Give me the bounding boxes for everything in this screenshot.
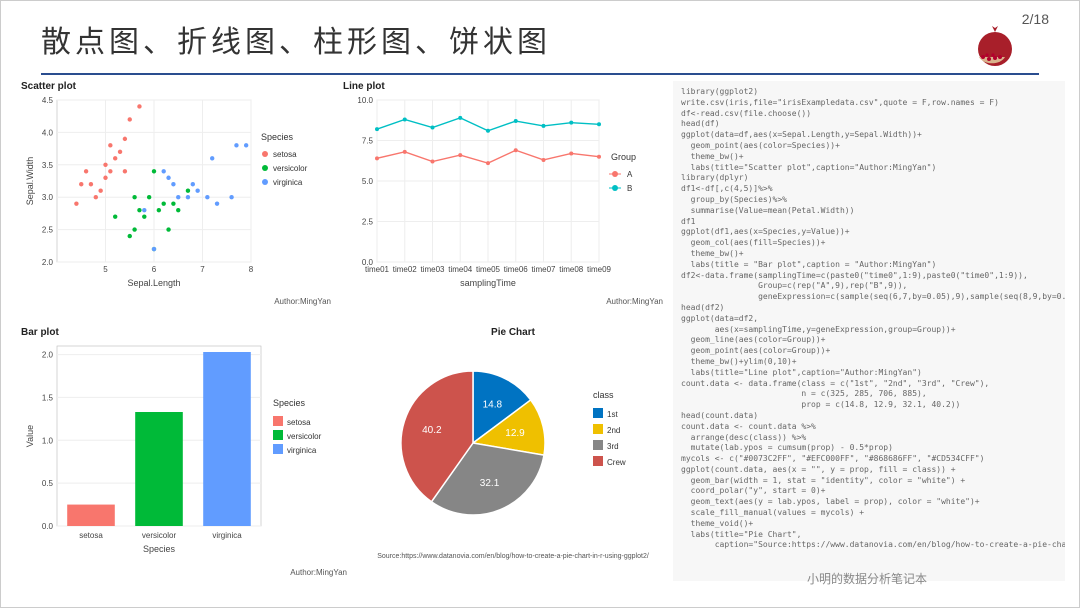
svg-text:time01: time01 bbox=[365, 265, 390, 274]
bar-plot: 0.0 0.5 1.0 1.5 2.0 setosa versicolor virginica… bbox=[21, 338, 351, 563]
bar-caption: Author:MingYan bbox=[21, 568, 351, 577]
scatter-caption: Author:MingYan bbox=[21, 297, 331, 306]
scatter-plot-panel: Scatter plot 5 6 7 8 2.0 2.5 3.0 3.5 4.0 4.5 Sepal… bbox=[21, 81, 331, 311]
svg-text:time06: time06 bbox=[504, 265, 529, 274]
svg-text:Species: Species bbox=[273, 398, 306, 408]
svg-text:setosa: setosa bbox=[79, 531, 103, 540]
pie-chart-panel: Pie Chart 14.8 12.9 32.1 40.2 class 1st 2nd 3rd… bbox=[363, 327, 663, 587]
svg-text:time05: time05 bbox=[476, 265, 501, 274]
svg-text:Sepal.Length: Sepal.Length bbox=[127, 278, 180, 288]
svg-text:8: 8 bbox=[249, 265, 254, 274]
svg-text:2.0: 2.0 bbox=[42, 258, 54, 267]
svg-text:3rd: 3rd bbox=[607, 442, 619, 451]
line-caption: Author:MingYan bbox=[343, 297, 663, 306]
svg-text:virginica: virginica bbox=[273, 178, 303, 187]
line-plot: 0.02.55.07.510.0time01time02time03time04… bbox=[343, 92, 663, 292]
svg-text:2nd: 2nd bbox=[607, 426, 620, 435]
line-plot-panel: Line plot 0.02.55.07.510.0time01time02ti… bbox=[343, 81, 663, 311]
svg-text:Group: Group bbox=[611, 152, 636, 162]
pomegranate-icon bbox=[959, 21, 1019, 71]
svg-text:Sepal.Width: Sepal.Width bbox=[25, 157, 35, 206]
svg-text:time03: time03 bbox=[420, 265, 445, 274]
svg-text:0.0: 0.0 bbox=[42, 522, 54, 531]
svg-text:Crew: Crew bbox=[607, 458, 626, 467]
svg-text:10.0: 10.0 bbox=[357, 96, 373, 105]
slide-header: 散点图、折线图、柱形图、饼状图 2/18 bbox=[1, 1, 1079, 69]
svg-text:class: class bbox=[593, 390, 614, 400]
slide: 散点图、折线图、柱形图、饼状图 2/18 Scatter plot 5 6 7 8 2.… bbox=[0, 0, 1080, 608]
svg-text:3.5: 3.5 bbox=[42, 161, 54, 170]
svg-text:2.5: 2.5 bbox=[42, 226, 54, 235]
svg-text:A: A bbox=[627, 170, 633, 179]
slide-title: 散点图、折线图、柱形图、饼状图 bbox=[41, 17, 1039, 61]
bar-title: Bar plot bbox=[21, 327, 351, 338]
svg-text:40.2: 40.2 bbox=[422, 425, 442, 436]
svg-text:2.5: 2.5 bbox=[362, 218, 374, 227]
svg-text:0.5: 0.5 bbox=[42, 479, 54, 488]
svg-text:1.5: 1.5 bbox=[42, 393, 54, 402]
header-divider bbox=[41, 73, 1039, 75]
svg-text:versicolor: versicolor bbox=[142, 531, 177, 540]
svg-text:setosa: setosa bbox=[287, 418, 311, 427]
svg-text:time02: time02 bbox=[393, 265, 418, 274]
svg-text:B: B bbox=[627, 184, 632, 193]
svg-text:time08: time08 bbox=[559, 265, 584, 274]
svg-text:3.0: 3.0 bbox=[42, 193, 54, 202]
svg-text:time09: time09 bbox=[587, 265, 612, 274]
svg-text:time04: time04 bbox=[448, 265, 473, 274]
svg-text:12.9: 12.9 bbox=[505, 428, 525, 439]
scatter-title: Scatter plot bbox=[21, 81, 331, 92]
svg-text:Species: Species bbox=[261, 132, 294, 142]
svg-text:time07: time07 bbox=[531, 265, 556, 274]
watermark: 小明的数据分析笔记本 bbox=[807, 570, 927, 587]
svg-text:versicolor: versicolor bbox=[287, 432, 322, 441]
svg-text:Species: Species bbox=[143, 544, 176, 554]
pie-chart: 14.8 12.9 32.1 40.2 class 1st 2nd 3rd Crew bbox=[363, 338, 663, 548]
svg-text:5.0: 5.0 bbox=[362, 177, 374, 186]
svg-text:4.0: 4.0 bbox=[42, 128, 54, 137]
page-indicator: 2/18 bbox=[1022, 11, 1049, 27]
svg-text:setosa: setosa bbox=[273, 150, 297, 159]
svg-text:6: 6 bbox=[152, 265, 157, 274]
svg-text:Value: Value bbox=[25, 425, 35, 447]
svg-text:virginica: virginica bbox=[212, 531, 242, 540]
scatter-plot: 5 6 7 8 2.0 2.5 3.0 3.5 4.0 4.5 Sepal.Length Sepal.… bbox=[21, 92, 331, 292]
svg-text:virginica: virginica bbox=[287, 446, 317, 455]
svg-text:versicolor: versicolor bbox=[273, 164, 308, 173]
svg-text:1st: 1st bbox=[607, 410, 618, 419]
svg-text:14.8: 14.8 bbox=[483, 399, 503, 410]
svg-text:32.1: 32.1 bbox=[480, 478, 500, 489]
svg-text:7: 7 bbox=[200, 265, 205, 274]
line-title: Line plot bbox=[343, 81, 663, 92]
svg-text:5: 5 bbox=[103, 265, 108, 274]
svg-text:2.0: 2.0 bbox=[42, 351, 54, 360]
svg-text:samplingTime: samplingTime bbox=[460, 278, 516, 288]
pie-title: Pie Chart bbox=[363, 327, 663, 338]
svg-text:7.5: 7.5 bbox=[362, 137, 374, 146]
pie-caption: Source:https://www.datanovia.com/en/blog… bbox=[363, 553, 663, 560]
bar-plot-panel: Bar plot 0.0 0.5 1.0 1.5 2.0 setosa versicolor… bbox=[21, 327, 351, 587]
svg-text:1.0: 1.0 bbox=[42, 436, 54, 445]
svg-text:4.5: 4.5 bbox=[42, 96, 54, 105]
content-area: Scatter plot 5 6 7 8 2.0 2.5 3.0 3.5 4.0 4.5 Sepal… bbox=[13, 77, 1067, 595]
code-block: library(ggplot2) write.csv(iris,file="ir… bbox=[673, 81, 1065, 581]
